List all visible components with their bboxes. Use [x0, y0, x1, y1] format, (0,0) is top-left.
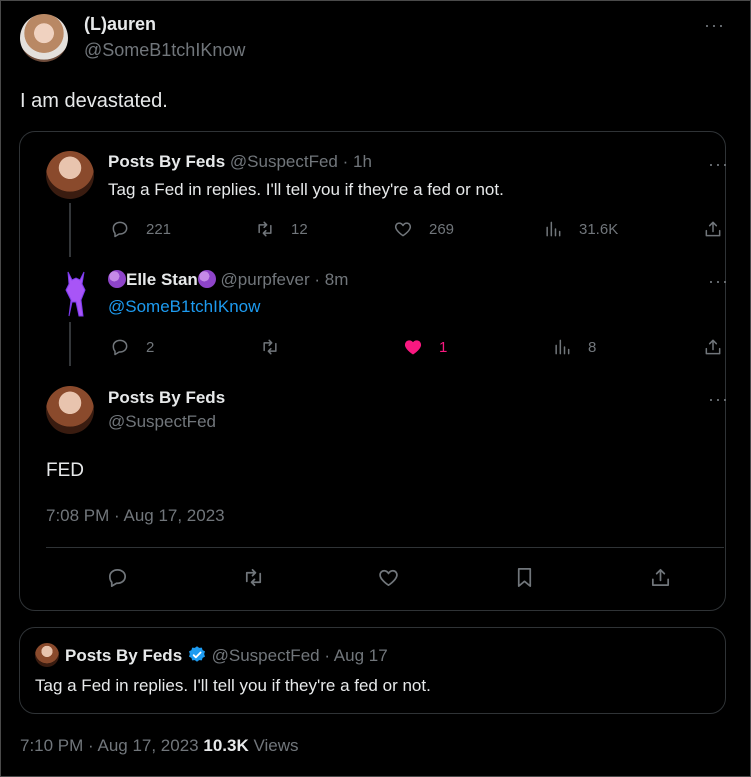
share-icon	[651, 568, 670, 587]
quote-time[interactable]: · Aug 17	[324, 646, 387, 665]
quoted-tweet-card[interactable]	[19, 627, 726, 714]
divider	[46, 547, 724, 548]
retweet-icon	[263, 339, 277, 355]
reply-button[interactable]: 221	[110, 219, 171, 239]
post-header: Posts By Feds @SuspectFed · 1h	[108, 152, 372, 172]
retweet-icon	[258, 221, 272, 237]
post-timestamp[interactable]: 7:08 PM · Aug 17, 2023	[46, 506, 225, 526]
retweet-icon	[245, 568, 262, 587]
post-text: FED	[46, 460, 84, 481]
retweet-button[interactable]	[242, 566, 265, 589]
verified-badge-icon	[188, 646, 205, 662]
post-author-handle[interactable]: @SuspectFed	[230, 152, 338, 171]
views-button[interactable]: 31.6K	[543, 219, 618, 239]
reply-icon	[112, 221, 128, 238]
post-author-name[interactable]: Posts By Feds	[108, 388, 225, 408]
post-author-name[interactable]: Elle Stan	[126, 270, 198, 289]
retweet-count: 12	[291, 220, 308, 238]
avatar[interactable]	[46, 151, 94, 199]
heart-icon	[394, 222, 412, 237]
thread-connector	[69, 322, 71, 366]
more-options-icon[interactable]: ···	[708, 390, 729, 408]
more-options-icon[interactable]: ···	[704, 16, 725, 34]
like-button[interactable]	[377, 566, 400, 589]
post-header: Elle Stan @purpfever · 8m	[108, 270, 348, 290]
views-icon	[546, 221, 561, 237]
views-count: 31.6K	[579, 220, 619, 238]
share-button[interactable]	[703, 219, 723, 239]
reply-count: 2	[146, 338, 155, 356]
post-time[interactable]: · 1h	[343, 152, 372, 171]
post-author-name[interactable]: Posts By Feds	[108, 152, 225, 171]
quote-author-name[interactable]: Posts By Feds	[65, 646, 182, 665]
thread-connector	[69, 203, 71, 257]
reply-count: 221	[146, 220, 172, 238]
heart-icon	[379, 569, 398, 587]
wolf-avatar-icon[interactable]	[60, 268, 90, 318]
tweet-text: I am devastated.	[20, 90, 168, 112]
like-button[interactable]: 269	[393, 219, 454, 239]
tweet-timestamp[interactable]: 7:10 PM · Aug 17, 2023	[20, 736, 199, 755]
quote-text: Tag a Fed in replies. I'll tell you if t…	[35, 676, 431, 695]
mention-link[interactable]: @SomeB1tchIKnow	[108, 297, 260, 317]
grape-emoji-icon	[197, 270, 216, 288]
author-handle[interactable]: @SomeB1tchIKnow	[84, 40, 245, 61]
avatar[interactable]	[46, 386, 94, 434]
views-icon	[555, 339, 570, 355]
post-text: Tag a Fed in replies. I'll tell you if t…	[108, 180, 504, 199]
share-icon	[705, 221, 721, 237]
share-icon	[705, 339, 721, 355]
views-button[interactable]: 8	[552, 337, 596, 357]
views-count: 8	[588, 338, 597, 356]
embedded-thread-card[interactable]	[19, 131, 726, 611]
author-name[interactable]: (L)auren	[84, 14, 156, 35]
quote-header: Posts By Feds @SuspectFed · Aug 17	[65, 645, 388, 666]
reply-icon	[112, 339, 128, 356]
retweet-button[interactable]	[260, 337, 280, 357]
quote-author-handle[interactable]: @SuspectFed	[212, 646, 320, 665]
heart-filled-icon	[404, 340, 422, 355]
reply-button[interactable]: 2	[110, 337, 154, 357]
post-author-handle[interactable]: @purpfever	[221, 270, 310, 289]
post-author-handle[interactable]: @SuspectFed	[108, 412, 216, 432]
bookmark-button[interactable]	[513, 566, 536, 589]
tweet-meta: 7:10 PM · Aug 17, 2023 10.3K Views	[20, 736, 299, 756]
avatar[interactable]	[35, 643, 59, 667]
share-button[interactable]	[703, 337, 723, 357]
grape-emoji-icon	[108, 270, 126, 288]
retweet-button[interactable]: 12	[255, 219, 308, 239]
more-options-icon[interactable]: ···	[708, 155, 729, 173]
avatar[interactable]	[20, 14, 68, 62]
reply-button[interactable]	[106, 566, 129, 589]
post-time[interactable]: · 8m	[314, 270, 348, 289]
more-options-icon[interactable]: ···	[708, 272, 729, 290]
views-label: Views	[253, 736, 299, 755]
like-count: 1	[439, 338, 448, 356]
views-count: 10.3K	[203, 736, 249, 755]
like-count: 269	[429, 220, 455, 238]
bookmark-icon	[517, 568, 532, 587]
like-button[interactable]: 1	[403, 337, 447, 357]
share-button[interactable]	[649, 566, 672, 589]
reply-icon	[108, 568, 127, 587]
